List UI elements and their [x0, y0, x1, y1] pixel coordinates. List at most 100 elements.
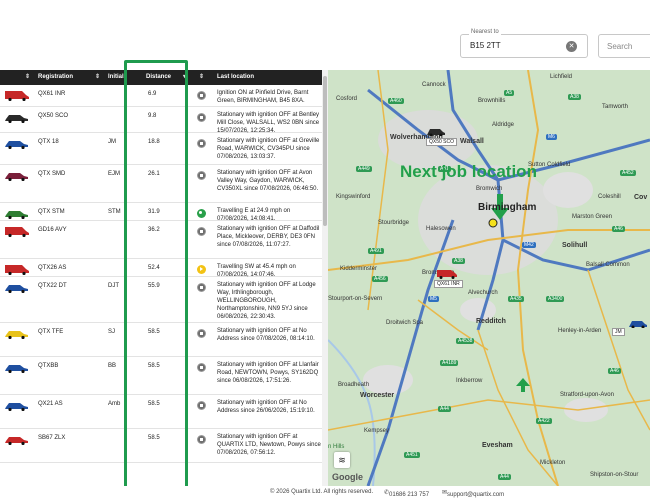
car-icon: [4, 169, 30, 181]
road-badge: A435: [508, 296, 524, 302]
registration-cell: QTX26 AS: [38, 265, 67, 271]
last-location-cell: Stationary with ignition OFF at No Addre…: [217, 400, 315, 414]
road-badge: A4189: [440, 360, 459, 366]
last-location-cell: Stationary with ignition OFF at No Addre…: [217, 328, 315, 342]
registration-cell: QX61 INR: [38, 91, 66, 97]
stopped-status-icon[interactable]: [197, 113, 206, 122]
place-label: Henley-in-Arden: [558, 328, 602, 334]
stopped-status-icon[interactable]: [197, 401, 206, 410]
van-icon: [4, 89, 30, 101]
map[interactable]: Cosford Cannock Brownhills Lichfield Tam…: [328, 70, 650, 486]
stopped-status-icon[interactable]: [197, 171, 206, 180]
nearest-to-field[interactable]: Nearest to B15 2TT ✕: [460, 29, 588, 58]
road-badge: A451: [404, 452, 420, 458]
nearest-to-value[interactable]: B15 2TT: [470, 41, 501, 50]
sort-icon[interactable]: ⇕: [199, 70, 204, 85]
road-badge: A491: [368, 248, 384, 254]
place-label: Worcester: [360, 392, 395, 399]
initials-cell: SJ: [108, 329, 116, 335]
place-label: Inkberrow: [456, 378, 483, 384]
last-location-cell: Stationary with ignition OFF at Lodge Wa…: [217, 282, 316, 320]
table-row[interactable]: QTX22 DT DJT 55.9 Stationary with ignition …: [0, 277, 322, 323]
phone-number[interactable]: 01686 213 757: [389, 492, 429, 498]
car-icon: [4, 433, 30, 445]
place-label: Bromwich: [476, 186, 503, 192]
road-badge: M42: [522, 242, 536, 248]
clear-icon[interactable]: ✕: [566, 41, 577, 52]
van-icon: [4, 225, 30, 237]
place-label: Walsall: [460, 138, 484, 145]
sort-icon[interactable]: ⇕: [25, 70, 30, 85]
place-label: Brownhills: [478, 98, 506, 104]
road-badge: A460: [388, 98, 404, 104]
registration-cell: QTX TFE: [38, 329, 64, 335]
table-header: ⇕ Registration ⇕ Initials Distance ▾ ⇕ L…: [0, 70, 322, 85]
last-location-cell: Stationary with ignition OFF at Llanfair…: [217, 362, 319, 384]
table-row[interactable]: QX61 INR 6.9 Ignition ON at Pinfield Drive…: [0, 85, 322, 107]
registration-column-header[interactable]: Registration ⇕: [38, 70, 104, 85]
scrollbar-thumb[interactable]: [323, 76, 327, 226]
table-row[interactable]: QX50 SCO 9.8 Stationary with ignition OFF …: [0, 107, 322, 134]
status-column-header[interactable]: ⇕: [192, 70, 212, 85]
email-link[interactable]: support@quartix.com: [447, 492, 504, 498]
place-label: Cannock: [422, 82, 446, 88]
place-label: Alvechurch: [468, 290, 498, 296]
search-input[interactable]: Search: [598, 34, 650, 58]
distance-cell: 58.5: [148, 363, 160, 369]
road-badge: A449: [356, 166, 372, 172]
last-location-column-header[interactable]: Last location: [217, 70, 321, 85]
car-icon: [4, 111, 30, 123]
distance-cell: 55.9: [148, 283, 160, 289]
stopped-status-icon[interactable]: [197, 91, 206, 100]
moving-status-icon[interactable]: [197, 209, 206, 218]
table-row[interactable]: QTXBB BB 58.5 Stationary with ignition OFF …: [0, 357, 322, 395]
sort-desc-icon[interactable]: ▾: [183, 70, 186, 85]
map-vehicle-tag[interactable]: QX61 INR: [434, 280, 463, 288]
registration-cell: QTX22 DT: [38, 283, 67, 289]
map-vehicle-tag[interactable]: JM: [612, 328, 625, 336]
car-icon: [4, 281, 30, 293]
place-label: Broadheath: [338, 382, 370, 388]
road-badge: A5: [504, 90, 515, 96]
registration-cell: QX50 SCO: [38, 113, 69, 119]
distance-header-label: Distance: [146, 74, 172, 80]
last-location-cell: Stationary with ignition OFF at Daffodil…: [217, 226, 320, 248]
initials-column-header[interactable]: Initials: [108, 70, 144, 85]
stopped-status-icon[interactable]: [197, 435, 206, 444]
distance-cell: 31.9: [148, 209, 160, 215]
table-body: QX61 INR 6.9 Ignition ON at Pinfield Drive…: [0, 85, 322, 463]
table-row[interactable]: QTX26 AS 52.4 Travelling SW at 45.4 mph on…: [0, 259, 322, 278]
road-badge: A452: [620, 170, 636, 176]
registration-header-label: Registration: [38, 74, 74, 80]
layers-icon[interactable]: ≋: [334, 452, 350, 468]
registration-cell: QTX 18: [38, 139, 59, 145]
table-row[interactable]: QX21 AS Amb 58.5 Stationary with ignition O…: [0, 395, 322, 429]
stopped-status-icon[interactable]: [197, 227, 206, 236]
sort-icon[interactable]: ⇕: [95, 70, 100, 85]
stopped-status-icon[interactable]: [197, 329, 206, 338]
distance-cell: 58.5: [148, 329, 160, 335]
email-text: ✉ support@quartix.com: [442, 490, 505, 498]
table-row[interactable]: GD16 AVY 36.2 Stationary with ignition OFF…: [0, 221, 322, 259]
registration-cell: QX21 AS: [38, 401, 63, 407]
page: Nearest to B15 2TT ✕ Search ⇕ Registrati…: [0, 0, 650, 500]
stopped-status-icon[interactable]: [197, 363, 206, 372]
stopped-status-icon[interactable]: [197, 139, 206, 148]
table-row[interactable]: QTX STM STM 31.9 Travelling E at 24.9 mph o…: [0, 203, 322, 222]
place-label: Droitwich Spa: [386, 320, 424, 326]
table-row[interactable]: SB67 ZLX 58.5 Stationary with ignition OFF…: [0, 429, 322, 463]
stopped-status-icon[interactable]: [197, 283, 206, 292]
vehicle-column-header[interactable]: ⇕: [0, 70, 34, 85]
table-row[interactable]: QTX 18 JM 18.8 Stationary with ignition OFF…: [0, 133, 322, 165]
distance-column-header[interactable]: Distance ▾: [146, 70, 190, 85]
moving-status-icon[interactable]: [197, 265, 206, 274]
distance-cell: 58.5: [148, 401, 160, 407]
table-row[interactable]: QTX TFE SJ 58.5 Stationary with ignition OF…: [0, 323, 322, 357]
registration-cell: SB67 ZLX: [38, 435, 66, 441]
map-vehicle-tag[interactable]: QX50 SCO: [426, 138, 458, 146]
car-icon: [629, 321, 647, 328]
table-row[interactable]: QTX SMD EJM 26.1 Stationary with ignition O…: [0, 165, 322, 203]
place-label: Aldridge: [492, 122, 515, 128]
place-label: Stourbridge: [378, 220, 410, 226]
initials-cell: Amb: [108, 401, 121, 407]
